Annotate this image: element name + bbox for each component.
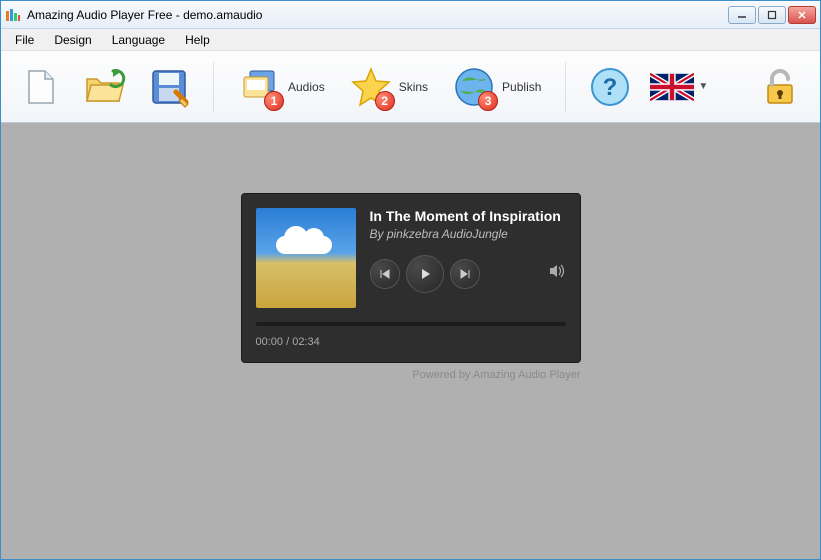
audios-badge: 1: [264, 91, 284, 111]
chevron-down-icon: ▼: [698, 81, 708, 92]
workspace: In The Moment of Inspiration By pinkzebr…: [1, 123, 820, 559]
publish-label: Publish: [502, 80, 541, 94]
audios-icon: 1: [238, 65, 282, 109]
publish-globe-icon: 3: [452, 65, 496, 109]
maximize-button[interactable]: [758, 6, 786, 24]
window-controls: [728, 6, 816, 24]
save-button[interactable]: [141, 63, 197, 111]
player-credit: Powered by Amazing Audio Player: [241, 369, 581, 381]
audio-player: In The Moment of Inspiration By pinkzebr…: [241, 193, 581, 363]
new-file-icon: [19, 65, 63, 109]
album-artwork: [256, 208, 356, 308]
menubar: File Design Language Help: [1, 29, 820, 51]
toolbar: 1 Audios 2 Skins 3 Publish ?: [1, 51, 820, 123]
volume-button[interactable]: [548, 262, 566, 285]
audios-button[interactable]: 1 Audios: [230, 61, 333, 113]
uk-flag-icon: [650, 73, 694, 101]
unlock-button[interactable]: [752, 63, 808, 111]
time-display: 00:00 / 02:34: [256, 336, 566, 348]
menu-help[interactable]: Help: [175, 31, 220, 49]
menu-design[interactable]: Design: [44, 31, 101, 49]
track-title: In The Moment of Inspiration: [370, 208, 566, 225]
progress-bar[interactable]: [256, 322, 566, 326]
menu-file[interactable]: File: [5, 31, 44, 49]
help-icon: ?: [588, 65, 632, 109]
toolbar-separator: [213, 62, 214, 112]
toolbar-separator: [565, 62, 566, 112]
window-title: Amazing Audio Player Free - demo.amaudio: [27, 8, 728, 22]
publish-badge: 3: [478, 91, 498, 111]
save-icon: [147, 65, 191, 109]
app-icon: [5, 7, 21, 23]
open-folder-icon: [83, 65, 127, 109]
menu-language[interactable]: Language: [102, 31, 175, 49]
next-button[interactable]: [450, 259, 480, 289]
new-button[interactable]: [13, 63, 69, 111]
help-button[interactable]: ?: [582, 63, 638, 111]
svg-text:?: ?: [603, 74, 618, 101]
audios-label: Audios: [288, 80, 325, 94]
minimize-button[interactable]: [728, 6, 756, 24]
open-button[interactable]: [77, 63, 133, 111]
track-artist: By pinkzebra AudioJungle: [370, 227, 566, 241]
prev-button[interactable]: [370, 259, 400, 289]
skins-label: Skins: [399, 80, 428, 94]
skins-star-icon: 2: [349, 65, 393, 109]
skins-badge: 2: [375, 91, 395, 111]
unlock-icon: [758, 65, 802, 109]
window-titlebar: Amazing Audio Player Free - demo.amaudio: [1, 1, 820, 29]
player-controls: [370, 255, 566, 293]
play-button[interactable]: [406, 255, 444, 293]
publish-button[interactable]: 3 Publish: [444, 61, 549, 113]
close-button[interactable]: [788, 6, 816, 24]
language-selector[interactable]: ▼: [646, 69, 712, 105]
skins-button[interactable]: 2 Skins: [341, 61, 436, 113]
